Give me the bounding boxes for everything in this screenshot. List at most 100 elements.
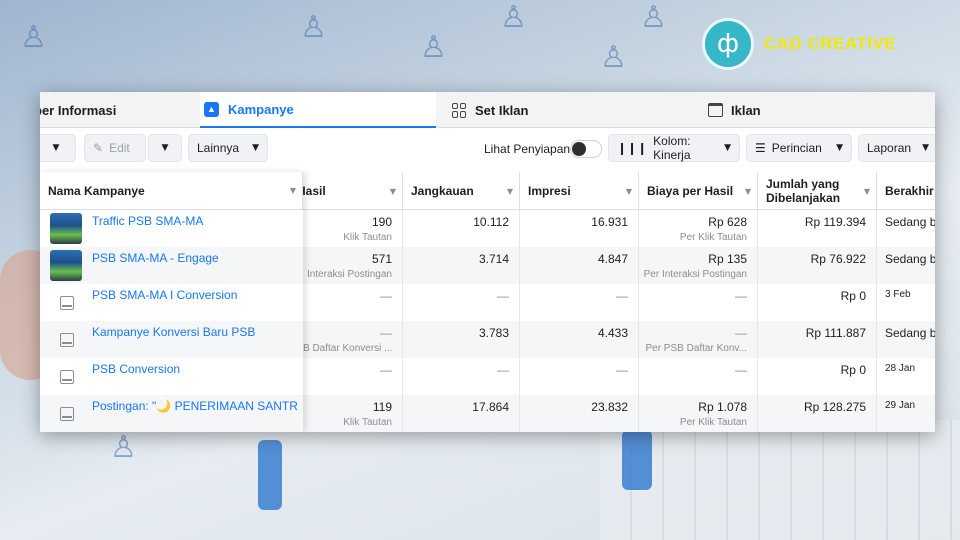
person-icon: ♙ [640, 0, 667, 35]
cell-value: 3.714 [478, 252, 509, 266]
sort-icon: ▼ [389, 186, 396, 196]
column-header-ends[interactable]: Berakhir [877, 172, 935, 210]
cell-results: 190 Klik Tautan [303, 210, 403, 247]
cell-reach: 17.864 [403, 395, 520, 432]
cell-value: 190 [371, 215, 392, 229]
campaign-name-column: Nama Kampanye ▼ Traffic PSB SMA-MA PSB SM… [40, 172, 303, 432]
pencil-icon: ✎ [93, 141, 104, 155]
campaign-type-icon [60, 333, 74, 347]
campaign-name-link[interactable]: PSB SMA-MA I Conversion [92, 288, 297, 302]
cell-results: — B Daftar Konversi ... [303, 321, 403, 358]
sort-icon: ▼ [863, 186, 870, 196]
tab-ads[interactable]: Iklan [708, 92, 935, 128]
tab-ad-sets[interactable]: Set Iklan [452, 92, 692, 128]
columns-button[interactable]: ❙❙❙ Kolom: Kinerja ▼ [608, 134, 740, 162]
campaign-name-link[interactable]: PSB Conversion [92, 362, 297, 376]
tab-account-overview[interactable]: per Informasi [40, 92, 194, 128]
cell-value: 3.783 [478, 326, 509, 340]
cell-ends: Sedang b [877, 247, 935, 284]
campaign-type-icon [60, 407, 74, 421]
cell-cost: — Per PSB Daftar Konv... [639, 321, 758, 358]
duplicate-dropdown-button[interactable]: ▼ [40, 134, 76, 162]
cell-ends: Sedang b [877, 321, 935, 358]
cell-value: 571 [371, 252, 392, 266]
columns-label: Kolom: Kinerja [653, 134, 691, 162]
report-button[interactable]: Laporan ▼ [858, 134, 935, 162]
cell-impressions: 16.931 [520, 210, 639, 247]
background-keyboard [600, 420, 960, 540]
ads-manager-panel: per Informasi ▲ Kampanye Set Iklan Iklan… [40, 92, 935, 432]
cell-value: 16.931 [591, 215, 628, 229]
cell-value: 29 Jan [885, 400, 916, 411]
cell-cost: Rp 628 Per Klik Tautan [639, 210, 758, 247]
person-icon: ♙ [600, 40, 627, 75]
cell-subtext: Klik Tautan [343, 232, 392, 243]
cell-value: 3 Feb [885, 289, 911, 300]
header-label: Nama Kampanye [48, 183, 145, 198]
cell-value: Rp 76.922 [810, 252, 866, 266]
cell-value: — [735, 289, 747, 303]
more-button[interactable]: Lainnya ▼ [188, 134, 268, 162]
tab-bar: per Informasi ▲ Kampanye Set Iklan Iklan [40, 92, 935, 128]
tab-label: Kampanye [228, 101, 294, 117]
cell-value: Sedang b [885, 215, 935, 229]
more-label: Lainnya [197, 141, 240, 155]
cell-value: — [380, 326, 392, 340]
chevron-down-icon: ▼ [922, 143, 929, 153]
person-icon: ♙ [300, 10, 327, 45]
cell-value: Rp 135 [708, 252, 747, 266]
cell-value: Rp 119.394 [804, 215, 866, 229]
column-header-name[interactable]: Nama Kampanye ▼ [40, 172, 303, 210]
chevron-down-icon: ▼ [724, 143, 731, 153]
cell-spent: Rp 76.922 [758, 247, 877, 284]
tab-campaigns[interactable]: ▲ Kampanye [200, 92, 436, 128]
ad-set-icon [452, 102, 467, 118]
campaign-name-link[interactable]: PSB SMA-MA - Engage [92, 251, 297, 265]
sort-icon: ▼ [744, 186, 751, 196]
cell-value: Rp 628 [708, 215, 747, 229]
header-label: Biaya per Hasil [647, 184, 734, 198]
header-label: Jangkauan [411, 184, 474, 198]
edit-label: Edit [109, 141, 130, 155]
chevron-down-icon: ▼ [252, 143, 259, 153]
sort-icon: ▼ [625, 186, 632, 196]
column-header-cost[interactable]: Biaya per Hasil ▼ [639, 172, 758, 210]
cell-value: 23.832 [591, 400, 628, 414]
campaign-name-row: PSB SMA-MA I Conversion [40, 284, 303, 321]
column-header-impressions[interactable]: Impresi ▼ [520, 172, 639, 210]
campaign-name-link[interactable]: Kampanye Konversi Baru PSB [92, 325, 297, 339]
column-header-spent[interactable]: Jumlah yang Dibelanjakan ▼ [758, 172, 877, 210]
tab-label: Set Iklan [475, 102, 529, 118]
column-header-results[interactable]: Hasil ▼ [297, 172, 403, 210]
edit-dropdown-button[interactable]: ▼ [148, 134, 182, 162]
campaign-name-row: PSB SMA-MA - Engage [40, 247, 303, 284]
cell-ends: Sedang b [877, 210, 935, 247]
cell-value: 119 [372, 400, 392, 414]
cell-cost: — [639, 284, 758, 321]
person-icon: ♙ [420, 30, 447, 65]
cell-value: Rp 111.887 [805, 326, 866, 340]
cell-value: — [616, 363, 628, 377]
cell-ends: 3 Feb [877, 284, 935, 321]
breakdown-button[interactable]: ☰ Perincian ▼ [746, 134, 852, 162]
preview-toggle[interactable] [570, 140, 602, 158]
cell-cost: Rp 135 Per Interaksi Postingan [639, 247, 758, 284]
cell-reach: — [403, 284, 520, 321]
cell-value: Rp 1.078 [698, 400, 747, 414]
column-header-reach[interactable]: Jangkauan ▼ [403, 172, 520, 210]
tab-label: Iklan [731, 102, 761, 118]
campaign-name-link[interactable]: Postingan: "🌙 PENERIMAAN SANTR... [92, 399, 297, 413]
cell-impressions: 4.847 [520, 247, 639, 284]
edit-button[interactable]: ✎ Edit [84, 134, 146, 162]
cell-value: — [380, 363, 392, 377]
cell-spent: Rp 111.887 [758, 321, 877, 358]
campaign-type-icon [60, 370, 74, 384]
person-icon: ♙ [110, 430, 137, 465]
campaign-name-row: PSB Conversion [40, 358, 303, 395]
cell-results: 571 Interaksi Postingan [303, 247, 403, 284]
report-label: Laporan [867, 141, 912, 155]
cell-reach: 3.714 [403, 247, 520, 284]
cell-value: Sedang b [885, 326, 935, 340]
campaign-name-link[interactable]: Traffic PSB SMA-MA [92, 214, 297, 228]
cell-results: — [303, 358, 403, 395]
